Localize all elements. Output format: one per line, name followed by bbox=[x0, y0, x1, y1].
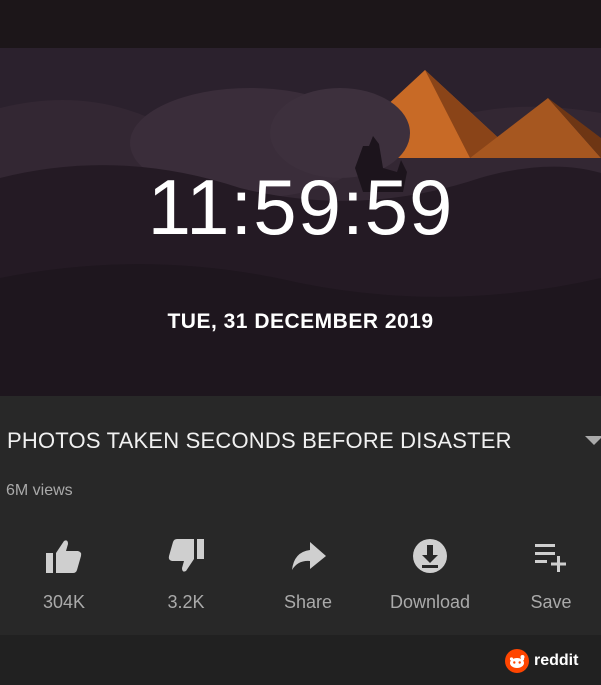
dislike-count: 3.2K bbox=[167, 592, 205, 612]
reddit-logo-icon bbox=[505, 649, 529, 673]
thumbs-down-icon bbox=[168, 539, 204, 572]
share-button[interactable]: Share bbox=[258, 528, 358, 618]
like-count: 304K bbox=[42, 592, 86, 612]
video-title[interactable]: PHOTOS TAKEN SECONDS BEFORE DISASTER bbox=[7, 428, 512, 454]
save-label: Save bbox=[530, 592, 572, 612]
dislike-button[interactable]: 3.2K bbox=[136, 528, 236, 618]
thumbs-up-icon bbox=[46, 540, 82, 573]
like-button[interactable]: 304K bbox=[14, 528, 114, 618]
clock-time: 11:59:59 bbox=[147, 163, 454, 251]
download-label: Download bbox=[389, 592, 471, 612]
top-bar bbox=[0, 0, 601, 48]
reddit-watermark: reddit bbox=[505, 648, 578, 674]
download-button[interactable]: Download bbox=[380, 528, 480, 618]
view-count: 6M views bbox=[6, 482, 73, 499]
share-icon bbox=[292, 542, 326, 570]
clock-date: TUE, 31 DECEMBER 2019 bbox=[167, 310, 434, 333]
save-playlist-icon bbox=[535, 544, 566, 572]
expand-description-icon[interactable] bbox=[585, 436, 601, 445]
video-player[interactable]: 11:59:59 TUE, 31 DECEMBER 2019 bbox=[0, 48, 601, 396]
share-label: Share bbox=[283, 592, 333, 612]
save-button[interactable]: Save bbox=[501, 528, 601, 618]
download-icon bbox=[413, 539, 447, 573]
reddit-wordmark: reddit bbox=[534, 652, 579, 669]
